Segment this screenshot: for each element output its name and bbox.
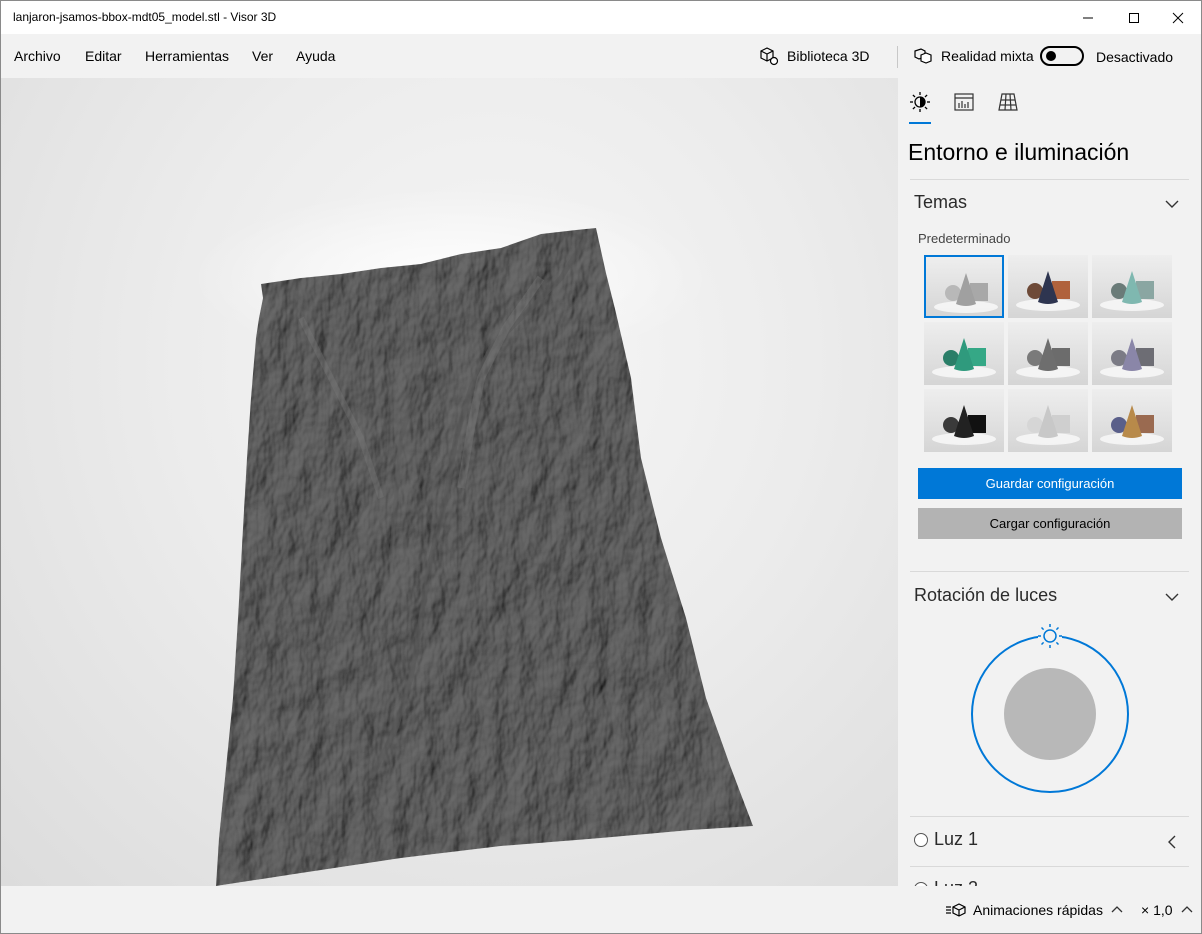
minimize-button[interactable] [1065, 1, 1111, 34]
theme-preview-icon [1016, 405, 1080, 445]
speed-label: × 1,0 [1141, 902, 1173, 918]
menu-ayuda[interactable]: Ayuda [296, 48, 335, 64]
mixed-reality-text: Realidad mixta [941, 48, 1034, 64]
tab-statistics[interactable] [952, 90, 976, 114]
light-rotation-dial[interactable] [962, 616, 1142, 806]
quick-animations-button[interactable]: Animaciones rápidas [945, 902, 1129, 918]
terrain-model[interactable] [1, 78, 898, 886]
save-config-button[interactable]: Guardar configuración [918, 468, 1182, 499]
theme-tile[interactable] [1008, 322, 1088, 385]
light-rotation-title: Rotación de luces [914, 585, 1058, 605]
theme-tile[interactable] [1092, 255, 1172, 318]
mixed-reality-label: Realidad mixta [913, 44, 1034, 68]
panel-title: Entorno e iluminación [908, 139, 1130, 165]
light-2-row[interactable]: Luz 2 [914, 878, 978, 886]
animation-icon [946, 903, 966, 917]
theme-grid [924, 255, 1172, 455]
theme-tile[interactable] [1008, 389, 1088, 452]
themes-title: Temas [914, 192, 968, 212]
theme-preview-icon [932, 405, 996, 445]
theme-preview-icon [1100, 338, 1164, 378]
light-1-radio[interactable] [914, 832, 928, 847]
theme-tile[interactable] [1092, 322, 1172, 385]
mixed-reality-icon [914, 48, 932, 64]
theme-preview-icon [934, 273, 998, 313]
divider [910, 571, 1189, 572]
menu-editar[interactable]: Editar [85, 48, 122, 64]
theme-preview-icon [1100, 271, 1164, 311]
close-button[interactable] [1155, 1, 1201, 34]
environment-panel: Entorno e iluminación Temas Predetermina… [898, 78, 1201, 886]
theme-preview-icon [1100, 405, 1164, 445]
library-3d-label: Biblioteca 3D [787, 48, 870, 64]
chevron-left-icon[interactable] [1164, 834, 1180, 850]
library-3d-button[interactable]: Biblioteca 3D [759, 44, 870, 68]
toolbar-divider [897, 46, 898, 68]
divider [910, 179, 1189, 180]
title-bar: lanjaron-jsamos-bbox-mdt05_model.stl - V… [1, 1, 1201, 34]
theme-preview-icon [1016, 271, 1080, 311]
divider [910, 866, 1189, 867]
mixed-reality-state: Desactivado [1096, 49, 1174, 65]
sun-icon [910, 92, 930, 112]
divider [910, 816, 1189, 817]
maximize-button[interactable] [1111, 1, 1157, 34]
maximize-icon [1129, 12, 1139, 23]
grid-icon [998, 93, 1018, 111]
tab-grid[interactable] [996, 90, 1020, 114]
theme-tile[interactable] [924, 389, 1004, 452]
theme-preview-icon [1016, 338, 1080, 378]
3d-viewport[interactable] [1, 78, 898, 886]
theme-tile[interactable] [1008, 255, 1088, 318]
theme-preview-icon [932, 338, 996, 378]
menu-ver[interactable]: Ver [252, 48, 273, 64]
preview-sphere [1004, 668, 1096, 760]
light-1-label: Luz 1 [934, 829, 979, 849]
menu-archivo[interactable]: Archivo [14, 48, 61, 64]
stats-icon [954, 93, 974, 111]
app-window: lanjaron-jsamos-bbox-mdt05_model.stl - V… [0, 0, 1202, 934]
menu-bar: Archivo Editar Herramientas Ver Ayuda Bi… [1, 34, 1201, 78]
close-icon [1172, 12, 1184, 23]
light-2-label: Luz 2 [934, 878, 978, 886]
window-title: lanjaron-jsamos-bbox-mdt05_model.stl - V… [13, 10, 277, 24]
mixed-reality-toggle[interactable] [1040, 46, 1084, 66]
chevron-down-icon [1165, 200, 1179, 208]
menu-herramientas[interactable]: Herramientas [145, 48, 229, 64]
quick-animations-label: Animaciones rápidas [973, 902, 1103, 918]
minimize-icon [1083, 17, 1093, 18]
theme-tile[interactable] [1092, 389, 1172, 452]
cube-library-icon [760, 47, 779, 66]
chevron-up-icon [1181, 906, 1192, 913]
tab-environment[interactable] [908, 90, 932, 114]
status-bar: Animaciones rápidas × 1,0 [1, 886, 1201, 933]
light-1-row[interactable]: Luz 1 [914, 829, 978, 850]
preset-label: Predeterminado [918, 231, 1011, 246]
active-tab-indicator [909, 122, 931, 124]
theme-tile[interactable] [924, 322, 1004, 385]
toggle-knob [1046, 51, 1056, 61]
chevron-up-icon [1111, 906, 1123, 913]
speed-selector[interactable]: × 1,0 [1141, 902, 1193, 918]
theme-tile[interactable] [924, 255, 1004, 318]
load-config-button[interactable]: Cargar configuración [918, 508, 1182, 539]
chevron-down-icon [1165, 593, 1179, 601]
